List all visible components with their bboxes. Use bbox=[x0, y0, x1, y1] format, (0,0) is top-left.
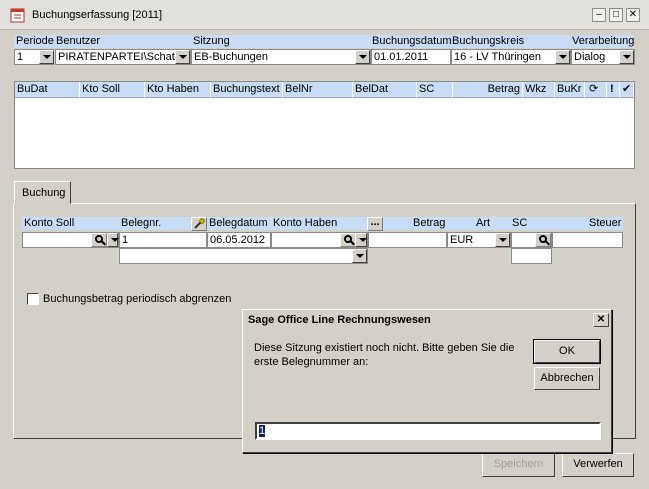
buchungstext-dropdown-button[interactable] bbox=[352, 249, 367, 263]
sc-label: SC bbox=[512, 217, 528, 229]
belegdatum-input[interactable]: 06.05.2012 bbox=[207, 232, 271, 248]
konto-haben-more-button[interactable]: ... bbox=[367, 217, 383, 231]
belegnr-value: 1 bbox=[122, 234, 129, 246]
dialog-close-button[interactable]: ✕ bbox=[593, 313, 609, 327]
benutzer-dropdown-button[interactable] bbox=[175, 50, 190, 64]
sitzung-label: Sitzung bbox=[193, 35, 230, 47]
konto-haben-dropdown-button[interactable] bbox=[355, 233, 367, 247]
grid-col-check[interactable]: ✔ bbox=[620, 82, 634, 98]
konto-haben-label: Konto Haben bbox=[273, 217, 338, 229]
betrag-label: Betrag bbox=[413, 217, 446, 229]
buchungsdatum-value: 01.01.2011 bbox=[374, 51, 429, 63]
header-label-row bbox=[14, 35, 634, 48]
buchungskreis-label: Buchungskreis bbox=[452, 35, 525, 47]
grid-col-alert[interactable]: ! bbox=[607, 82, 620, 98]
currency-value: EUR bbox=[450, 234, 474, 246]
dialog-title: Sage Office Line Rechnungswesen bbox=[248, 314, 431, 326]
close-icon: ✕ bbox=[596, 314, 606, 325]
dialog-cancel-button[interactable]: Abbrechen bbox=[534, 367, 600, 390]
sc-search-button[interactable] bbox=[535, 233, 551, 247]
search-icon-handle bbox=[101, 240, 106, 246]
tab-buchung[interactable]: Buchung bbox=[14, 181, 71, 204]
buchungsdatum-label: Buchungsdatum bbox=[372, 35, 452, 47]
grid-col-budat[interactable]: BuDat bbox=[15, 82, 80, 98]
konto-soll-label: Konto Soll bbox=[24, 217, 75, 229]
benutzer-label: Benutzer bbox=[56, 35, 101, 47]
sitzung-select[interactable]: EB-Buchungen bbox=[191, 49, 371, 65]
dialog-message: Diese Sitzung existiert noch nicht. Bitt… bbox=[254, 342, 515, 368]
dialog-title-bar: Sage Office Line Rechnungswesen ✕ bbox=[245, 312, 609, 329]
minimize-button[interactable]: – bbox=[592, 8, 606, 22]
tab-buchung-label: Buchung bbox=[22, 187, 66, 199]
abgrenzen-label: Buchungsbetrag periodisch abgrenzen bbox=[43, 293, 232, 305]
buchungskreis-dropdown-button[interactable] bbox=[555, 50, 570, 64]
buchungskreis-select[interactable]: 16 - LV Thüringen bbox=[451, 49, 571, 65]
art-label: Art bbox=[476, 217, 491, 229]
konto-soll-search-button[interactable] bbox=[91, 233, 107, 247]
app-icon bbox=[10, 8, 25, 23]
buchungsdatum-input[interactable]: 01.01.2011 bbox=[371, 49, 451, 65]
steuer-input[interactable] bbox=[552, 232, 623, 248]
belegnr-lookup-button[interactable] bbox=[191, 217, 207, 231]
dialog-belegnummer-input[interactable]: 1 bbox=[255, 422, 601, 440]
belegdatum-label: Belegdatum bbox=[209, 217, 268, 229]
grid-col-kto-soll[interactable]: Kto Soll bbox=[80, 82, 145, 98]
benutzer-select[interactable]: PIRATENPARTEI\Schatzm bbox=[55, 49, 191, 65]
grid-col-refresh[interactable]: ⟳ bbox=[585, 82, 607, 98]
grid-col-beldat[interactable]: BelDat bbox=[353, 82, 417, 98]
dialog: Sage Office Line Rechnungswesen ✕ Diese … bbox=[242, 309, 612, 453]
buchungskreis-value: 16 - LV Thüringen bbox=[454, 51, 542, 63]
search-icon-handle bbox=[545, 240, 550, 246]
save-button[interactable]: Speichern bbox=[482, 453, 555, 477]
konto-haben-search-button[interactable] bbox=[340, 233, 356, 247]
buchungstext-select[interactable] bbox=[119, 248, 368, 264]
sitzung-value: EB-Buchungen bbox=[194, 51, 268, 63]
grid-col-betrag[interactable]: Betrag bbox=[453, 82, 523, 98]
grid-col-sc[interactable]: SC bbox=[417, 82, 453, 98]
verarbeitung-label: Verarbeitung bbox=[572, 35, 635, 47]
abgrenzen-checkbox[interactable] bbox=[27, 293, 39, 305]
wand-icon bbox=[194, 218, 205, 229]
close-icon: ✕ bbox=[628, 9, 638, 20]
check-icon: ✔ bbox=[622, 83, 632, 95]
grid-col-kto-haben[interactable]: Kto Haben bbox=[145, 82, 211, 98]
belegdatum-value: 06.05.2012 bbox=[210, 234, 266, 246]
maximize-icon: □ bbox=[612, 9, 620, 20]
minimize-icon: – bbox=[596, 9, 602, 20]
betrag-input[interactable] bbox=[368, 232, 447, 248]
konto-soll-dropdown-button[interactable] bbox=[107, 233, 119, 247]
art-dropdown-button[interactable] bbox=[495, 233, 510, 247]
exclamation-icon: ! bbox=[610, 83, 614, 95]
belegnr-input[interactable]: 1 bbox=[119, 232, 207, 248]
ellipsis-icon: ... bbox=[370, 216, 380, 228]
discard-button[interactable]: Verwerfen bbox=[562, 453, 634, 477]
verarbeitung-dropdown-button[interactable] bbox=[619, 50, 634, 64]
periode-dropdown-button[interactable] bbox=[39, 50, 54, 64]
title-bar: Buchungserfassung [2011] – □ ✕ bbox=[0, 0, 649, 30]
maximize-button[interactable]: □ bbox=[609, 8, 623, 22]
periode-label: Periode bbox=[16, 35, 54, 47]
benutzer-value: PIRATENPARTEI\Schatzm bbox=[58, 51, 190, 63]
close-window-button[interactable]: ✕ bbox=[626, 8, 640, 22]
periode-value: 1 bbox=[17, 51, 24, 63]
grid-col-bukr[interactable]: BuKr bbox=[555, 82, 585, 98]
grid-col-belnr[interactable]: BelNr bbox=[283, 82, 353, 98]
main-window: Buchungserfassung [2011] – □ ✕ Periode B… bbox=[0, 0, 649, 489]
belegnr-label: Belegnr. bbox=[121, 217, 162, 229]
sitzung-dropdown-button[interactable] bbox=[355, 50, 370, 64]
steuer-label: Steuer bbox=[589, 217, 622, 229]
verarbeitung-value: Dialog bbox=[574, 51, 606, 63]
dialog-ok-button[interactable]: OK bbox=[533, 339, 601, 364]
dialog-input-value: 1 bbox=[259, 425, 266, 437]
window-title: Buchungserfassung [2011] bbox=[32, 9, 163, 21]
sc-extra-field[interactable] bbox=[511, 248, 552, 264]
grid-col-wkz[interactable]: Wkz bbox=[523, 82, 555, 98]
grid-col-buchungstext[interactable]: Buchungstext bbox=[211, 82, 283, 98]
refresh-icon: ⟳ bbox=[589, 83, 599, 95]
